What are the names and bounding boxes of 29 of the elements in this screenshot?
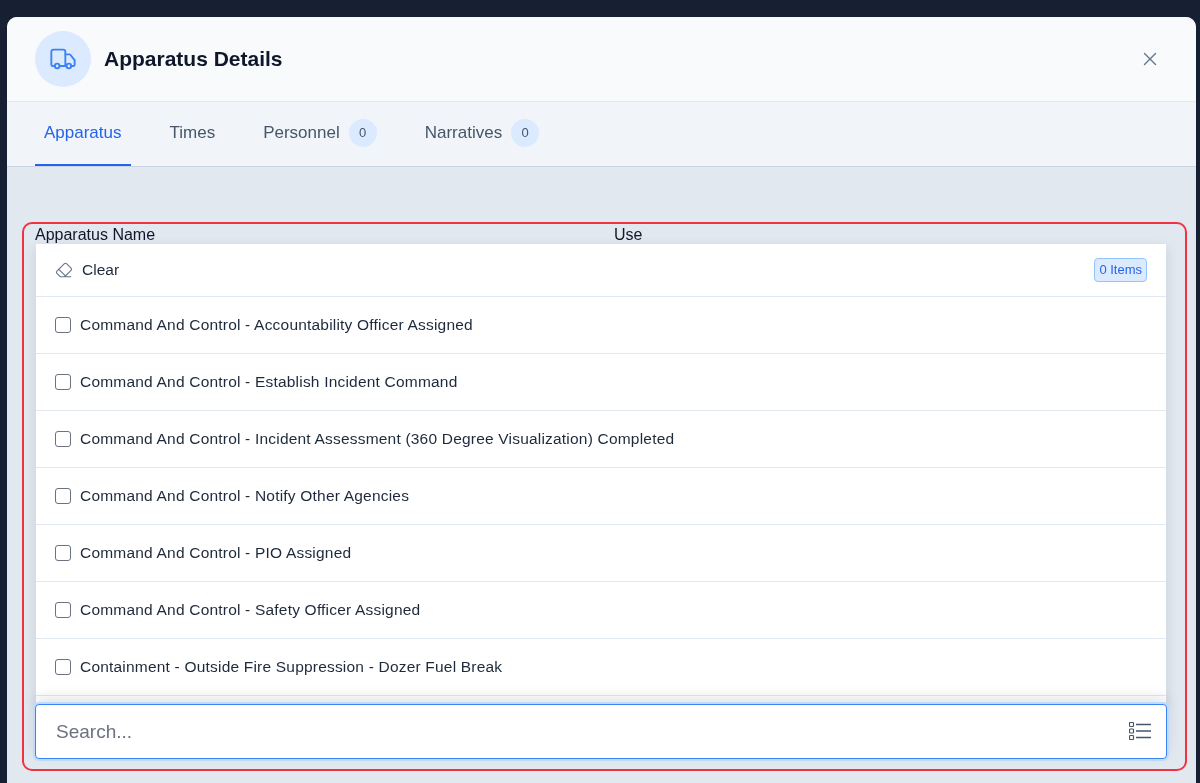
option-label[interactable]: Command And Control - Incident Assessment (360 Degree Visualization) Completed bbox=[80, 427, 675, 451]
field-label: Apparatus Name bbox=[35, 226, 157, 243]
checkbox[interactable] bbox=[55, 488, 71, 504]
tab[interactable]: Narratives 0 bbox=[415, 102, 549, 166]
option-label[interactable]: Command And Control - Accountability Officer Assigned bbox=[80, 313, 473, 337]
option-label[interactable]: Command And Control - Notify Other Agencies bbox=[80, 484, 410, 508]
count-badge: 0 bbox=[511, 119, 540, 147]
clear-button[interactable]: Clear bbox=[55, 258, 120, 282]
option-label[interactable]: Command And Control - Safety Officer Assigned bbox=[80, 598, 421, 622]
checkbox[interactable] bbox=[55, 602, 71, 618]
tab[interactable]: Apparatus bbox=[35, 102, 131, 166]
option-label[interactable]: Containment - Outside Fire Suppression - Dozer Fuel Break bbox=[80, 655, 503, 679]
dialog-title: Apparatus Details bbox=[104, 46, 283, 73]
tab[interactable]: Times bbox=[160, 102, 225, 166]
count-badge: 0 Items bbox=[1094, 258, 1147, 282]
eraser-icon bbox=[55, 261, 73, 279]
tab[interactable]: Personnel 0 bbox=[254, 102, 386, 166]
search-field[interactable]: Search... bbox=[35, 704, 1167, 759]
list-icon[interactable] bbox=[1129, 722, 1151, 740]
checkbox[interactable] bbox=[55, 374, 71, 390]
truck-icon bbox=[35, 31, 91, 87]
option-label[interactable]: Command And Control - Establish Incident Command bbox=[80, 370, 458, 394]
checkbox[interactable] bbox=[55, 659, 71, 675]
checkbox[interactable] bbox=[55, 545, 71, 561]
option-label[interactable]: Command And Control - PIO Assigned bbox=[80, 541, 352, 565]
count-badge: 0 bbox=[348, 119, 377, 147]
checkbox[interactable] bbox=[55, 317, 71, 333]
checkbox[interactable] bbox=[55, 431, 71, 447]
field-label: Use bbox=[614, 226, 643, 243]
